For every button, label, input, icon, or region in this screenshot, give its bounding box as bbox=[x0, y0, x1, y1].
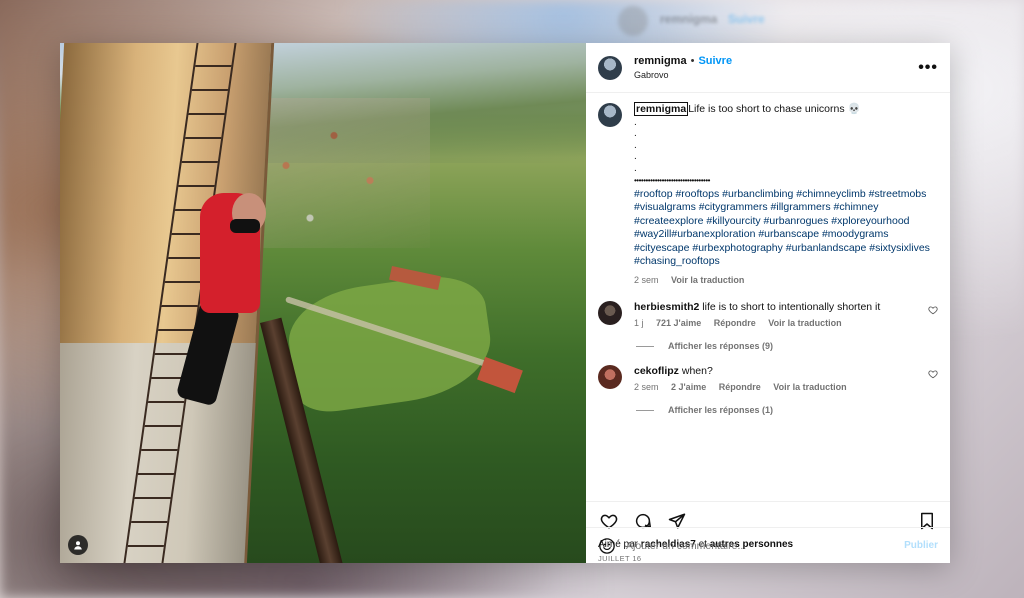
hashtag-line[interactable]: #cityescape #urbexphotography #urbanland… bbox=[634, 242, 930, 256]
caption-body: remnigma Life is too short to chase unico… bbox=[634, 102, 930, 288]
comment-body: cekoflipz when? 2 sem 2 J'aime Répondre … bbox=[634, 365, 938, 392]
caption-separator: ••••••••••••••••••••••••••••••••• bbox=[634, 176, 710, 186]
view-replies-label[interactable]: Afficher les réponses (9) bbox=[668, 341, 773, 351]
caption-username[interactable]: remnigma bbox=[634, 102, 689, 116]
comment-item: cekoflipz when? 2 sem 2 J'aime Répondre … bbox=[598, 365, 938, 392]
replies-line bbox=[636, 345, 654, 347]
caption-dot: . bbox=[634, 139, 637, 151]
comment-line: cekoflipz when? bbox=[634, 365, 938, 377]
caption-line: remnigma Life is too short to chase unico… bbox=[634, 102, 930, 117]
view-replies[interactable]: Afficher les réponses (9) bbox=[636, 341, 938, 351]
separator-dot: • bbox=[690, 55, 695, 67]
post-username[interactable]: remnigma bbox=[634, 55, 687, 67]
photo-roof bbox=[477, 356, 523, 394]
translate-link[interactable]: Voir la traduction bbox=[671, 275, 744, 285]
hashtag-line[interactable]: #way2ill#urbanexploration #urbanscape #m… bbox=[634, 228, 930, 242]
post-photo[interactable] bbox=[60, 43, 586, 563]
translate-link[interactable]: Voir la traduction bbox=[768, 318, 841, 328]
comment-body: herbiesmith2 life is to short to intenti… bbox=[634, 301, 938, 328]
post-modal: remnigma • Suivre Gabrovo ••• remnigma Li… bbox=[60, 43, 950, 563]
comment-input[interactable] bbox=[626, 539, 905, 552]
more-icon[interactable]: ••• bbox=[918, 59, 938, 77]
comment-item: herbiesmith2 life is to short to intenti… bbox=[598, 301, 938, 328]
caption-meta: 2 sem Voir la traduction bbox=[634, 274, 930, 288]
caption: remnigma Life is too short to chase unico… bbox=[598, 102, 938, 288]
comments-section: remnigma Life is too short to chase unico… bbox=[586, 93, 950, 501]
comment-heart-icon[interactable] bbox=[928, 305, 938, 318]
publish-button[interactable]: Publier bbox=[904, 540, 938, 551]
comment-likes[interactable]: 721 J'aime bbox=[656, 318, 701, 328]
comment-time[interactable]: 1 j bbox=[634, 318, 644, 328]
comment-time[interactable]: 2 sem bbox=[634, 382, 659, 392]
avatar[interactable] bbox=[598, 103, 622, 127]
avatar[interactable] bbox=[598, 301, 622, 326]
user-tag-icon[interactable] bbox=[68, 535, 88, 555]
comment-text: life is to short to intentionally shorte… bbox=[702, 301, 881, 314]
view-replies[interactable]: Afficher les réponses (1) bbox=[636, 405, 938, 415]
photo-field bbox=[282, 269, 498, 417]
comment-username[interactable]: cekoflipz bbox=[634, 365, 679, 377]
caption-text: Life is too short to chase unicorns 💀 bbox=[688, 103, 861, 115]
header-top: remnigma • Suivre bbox=[634, 55, 918, 67]
post-location[interactable]: Gabrovo bbox=[634, 70, 918, 80]
comment-username[interactable]: herbiesmith2 bbox=[634, 301, 699, 313]
avatar[interactable] bbox=[598, 365, 622, 390]
reply-button[interactable]: Répondre bbox=[714, 318, 756, 328]
translate-link[interactable]: Voir la traduction bbox=[773, 382, 846, 392]
replies-line bbox=[636, 409, 654, 411]
background-follow: Suivre bbox=[728, 12, 765, 26]
background-post-header: remnigma Suivre bbox=[610, 6, 1020, 42]
hashtag-line[interactable]: #chasing_rooftops bbox=[634, 255, 930, 269]
comment-text: when? bbox=[681, 365, 713, 378]
hashtag-line[interactable]: #createexplore #killyourcity #urbanrogue… bbox=[634, 215, 930, 229]
comment-heart-icon[interactable] bbox=[928, 369, 938, 382]
reply-button[interactable]: Répondre bbox=[719, 382, 761, 392]
background-avatar bbox=[618, 6, 648, 36]
comment-meta: 2 sem 2 J'aime Répondre Voir la traducti… bbox=[634, 382, 938, 392]
header-text: remnigma • Suivre Gabrovo bbox=[634, 55, 918, 80]
caption-dot: . bbox=[634, 128, 637, 140]
comment-meta: 1 j 721 J'aime Répondre Voir la traducti… bbox=[634, 318, 938, 328]
photo-person-mask bbox=[230, 219, 260, 233]
follow-button[interactable]: Suivre bbox=[698, 55, 732, 67]
add-comment-bar: Publier bbox=[586, 527, 950, 563]
caption-dot: . bbox=[634, 151, 637, 163]
smiley-icon[interactable] bbox=[598, 537, 616, 555]
avatar[interactable] bbox=[598, 55, 622, 80]
hashtag-line[interactable]: #rooftop #rooftops #urbanclimbing #chimn… bbox=[634, 188, 930, 202]
post-header: remnigma • Suivre Gabrovo ••• bbox=[586, 43, 950, 93]
caption-dots: . . . . . bbox=[634, 117, 930, 175]
caption-dot: . bbox=[634, 116, 637, 128]
view-replies-label[interactable]: Afficher les réponses (1) bbox=[668, 405, 773, 415]
background-username: remnigma bbox=[660, 12, 718, 26]
hashtag-line[interactable]: #visualgrams #citygrammers #illgrammers … bbox=[634, 201, 930, 215]
caption-dot: . bbox=[634, 162, 637, 174]
comment-likes[interactable]: 2 J'aime bbox=[671, 382, 706, 392]
post-sidebar: remnigma • Suivre Gabrovo ••• remnigma Li… bbox=[586, 43, 950, 563]
comment-line: herbiesmith2 life is to short to intenti… bbox=[634, 301, 938, 313]
caption-time[interactable]: 2 sem bbox=[634, 275, 659, 285]
